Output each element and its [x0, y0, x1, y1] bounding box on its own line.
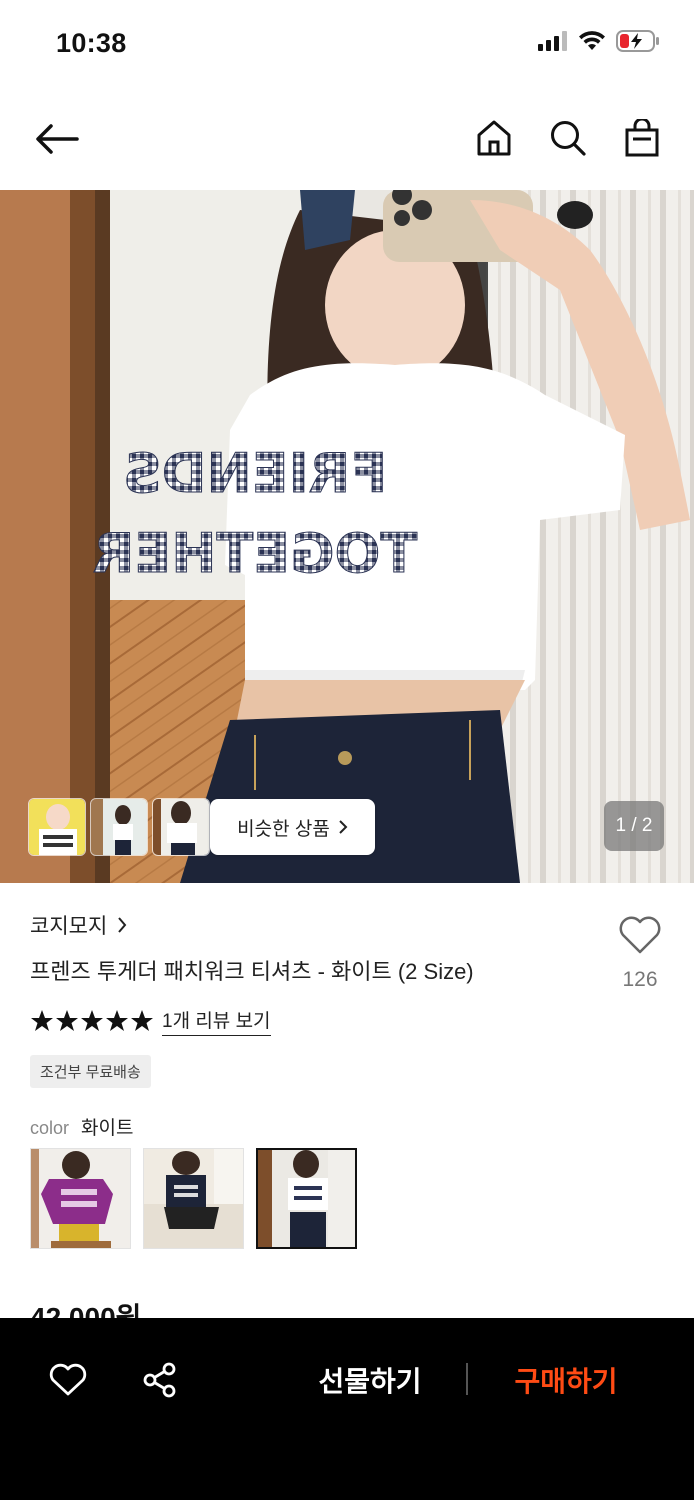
top-nav-bar — [0, 100, 694, 180]
search-icon — [551, 121, 586, 156]
color-swatch-white[interactable] — [256, 1148, 357, 1249]
wifi-icon — [579, 31, 605, 50]
star-icon — [131, 1010, 153, 1031]
share-icon — [143, 1362, 176, 1398]
bottom-bar-divider — [466, 1363, 468, 1395]
shipping-badge: 조건부 무료배송 — [30, 1055, 151, 1088]
like-count: 126 — [622, 968, 658, 991]
color-value: 화이트 — [81, 1118, 134, 1139]
star-icon — [106, 1010, 128, 1031]
star-icon — [31, 1010, 53, 1031]
buy-button[interactable]: 구매하기 — [494, 1360, 638, 1400]
shopping-bag-icon — [625, 119, 659, 157]
heart-outline-icon — [619, 916, 661, 954]
rating-row: 1개 리뷰 보기 — [30, 1006, 271, 1036]
chevron-right-icon — [118, 917, 127, 933]
product-photo: FRIENDS TOGETHER — [0, 190, 694, 883]
color-selection-row: color 화이트 — [30, 1113, 133, 1140]
status-time: 10:38 — [56, 28, 127, 58]
share-button[interactable] — [140, 1360, 180, 1400]
review-link[interactable]: 1개 리뷰 보기 — [162, 1006, 271, 1036]
brand-link[interactable]: 코지모지 — [30, 910, 127, 940]
status-icons — [538, 30, 660, 52]
like-button[interactable]: 126 — [618, 915, 662, 992]
arrow-left-icon — [36, 124, 79, 154]
search-button[interactable] — [546, 114, 590, 162]
product-title: 프렌즈 투게더 패치워크 티셔츠 - 화이트 (2 Size) — [30, 959, 474, 984]
status-bar: 10:38 — [0, 0, 694, 90]
star-icon — [56, 1010, 78, 1031]
home-button[interactable] — [472, 114, 516, 162]
shirt-print-line2: TOGETHER — [93, 522, 417, 585]
chevron-right-icon — [339, 820, 348, 834]
cart-button[interactable] — [620, 114, 664, 162]
gallery-page-indicator: 1 / 2 — [604, 801, 664, 851]
gift-button[interactable]: 선물하기 — [298, 1360, 442, 1400]
heart-outline-icon — [49, 1363, 87, 1396]
home-icon — [477, 120, 511, 156]
cellular-signal-icon — [538, 31, 567, 51]
gallery-thumbnails — [28, 798, 210, 856]
gallery-thumbnail[interactable] — [90, 798, 148, 856]
battery-charging-icon — [616, 30, 659, 52]
back-button[interactable] — [30, 114, 84, 164]
product-image-gallery[interactable]: FRIENDS TOGETHER — [0, 190, 694, 883]
wishlist-button[interactable] — [48, 1360, 88, 1400]
similar-products-label: 비슷한 상품 — [237, 818, 330, 840]
color-swatch-purple[interactable] — [30, 1148, 131, 1249]
rating-stars — [30, 1009, 154, 1033]
star-icon — [81, 1010, 103, 1031]
similar-products-button[interactable]: 비슷한 상품 — [210, 799, 375, 855]
brand-name: 코지모지 — [30, 915, 108, 938]
gallery-thumbnail[interactable] — [152, 798, 210, 856]
bottom-action-bar: 선물하기 구매하기 — [0, 1318, 694, 1500]
color-swatches — [30, 1148, 357, 1249]
color-swatch-navy[interactable] — [143, 1148, 244, 1249]
color-label: color — [30, 1118, 70, 1138]
gallery-thumbnail[interactable] — [28, 798, 86, 856]
shirt-print-line1: FRIENDS — [123, 442, 387, 505]
